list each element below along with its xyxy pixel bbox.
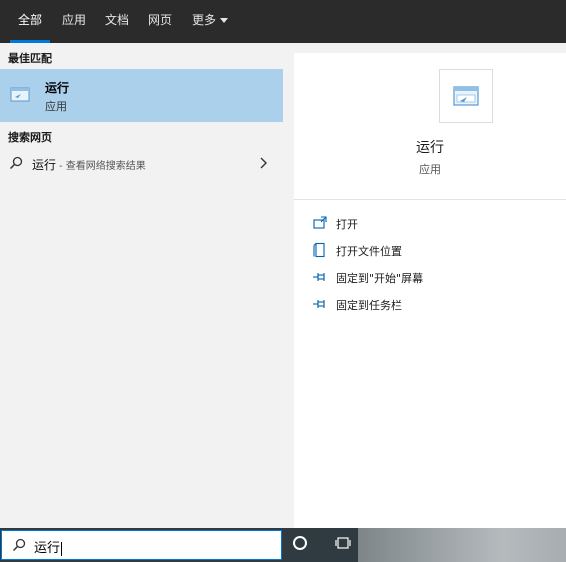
search-input-value: 运行	[34, 541, 61, 556]
action-pin-to-start[interactable]: 固定到"开始"屏幕	[312, 268, 542, 286]
web-search-text: 运行 - 查看网络搜索结果	[32, 156, 146, 173]
search-filter-bar: 全部 应用 文档 网页 更多	[0, 0, 566, 43]
best-match-subtitle: 应用	[45, 100, 67, 113]
action-pin-to-taskbar-label: 固定到任务栏	[336, 299, 402, 312]
web-search-item[interactable]: 运行 - 查看网络搜索结果	[0, 151, 283, 177]
search-input[interactable]: 运行	[34, 537, 63, 556]
chevron-down-icon	[220, 18, 229, 23]
tab-all-label: 全部	[17, 13, 42, 27]
tab-all[interactable]: 全部	[10, 0, 50, 43]
action-pin-to-start-label: 固定到"开始"屏幕	[336, 272, 424, 285]
tab-apps[interactable]: 应用	[62, 0, 86, 43]
taskbar-search-box[interactable]: 运行	[1, 530, 282, 560]
task-view-icon[interactable]	[335, 536, 351, 550]
text-cursor	[61, 541, 63, 556]
run-app-icon	[10, 87, 30, 102]
results-panel: 最佳匹配 运行 应用 搜索网页 运行 - 查看网络搜索结果	[0, 43, 283, 528]
search-icon	[9, 156, 23, 170]
tab-web[interactable]: 网页	[148, 0, 172, 43]
search-icon	[12, 538, 26, 552]
open-icon	[313, 216, 327, 229]
web-search-suffix: - 查看网络搜索结果	[59, 161, 146, 172]
chevron-right-icon[interactable]	[258, 156, 268, 170]
tab-more[interactable]: 更多	[192, 0, 229, 43]
action-pin-to-taskbar[interactable]: 固定到任务栏	[312, 295, 542, 313]
run-app-large-icon	[453, 86, 479, 106]
best-match-item[interactable]: 运行 应用	[0, 69, 283, 122]
best-match-heading: 最佳匹配	[8, 52, 52, 65]
tab-apps-label: 应用	[62, 13, 87, 27]
action-open-file-location-label: 打开文件位置	[336, 245, 402, 258]
pin-icon	[313, 300, 325, 308]
cortana-icon[interactable]	[293, 536, 307, 550]
app-title: 运行	[416, 140, 444, 156]
file-location-icon	[313, 242, 325, 258]
preview-panel: 运行 应用 打开 打开文件位置 固定到"开始"屏幕 固定到任务栏	[294, 53, 566, 528]
web-search-query: 运行	[32, 158, 57, 172]
divider	[294, 199, 566, 200]
web-search-heading: 搜索网页	[8, 131, 52, 144]
pin-icon	[313, 273, 325, 281]
best-match-title: 运行	[45, 81, 70, 95]
action-open-file-location[interactable]: 打开文件位置	[312, 241, 542, 259]
tab-more-label: 更多	[192, 13, 217, 27]
action-open-label: 打开	[336, 218, 358, 231]
app-icon-tile	[439, 69, 493, 123]
tab-web-label: 网页	[148, 13, 173, 27]
tab-documents[interactable]: 文档	[105, 0, 129, 43]
taskbar-background-area	[358, 528, 566, 562]
action-open[interactable]: 打开	[312, 214, 542, 232]
tab-documents-label: 文档	[105, 13, 130, 27]
app-subtitle: 应用	[419, 163, 441, 176]
